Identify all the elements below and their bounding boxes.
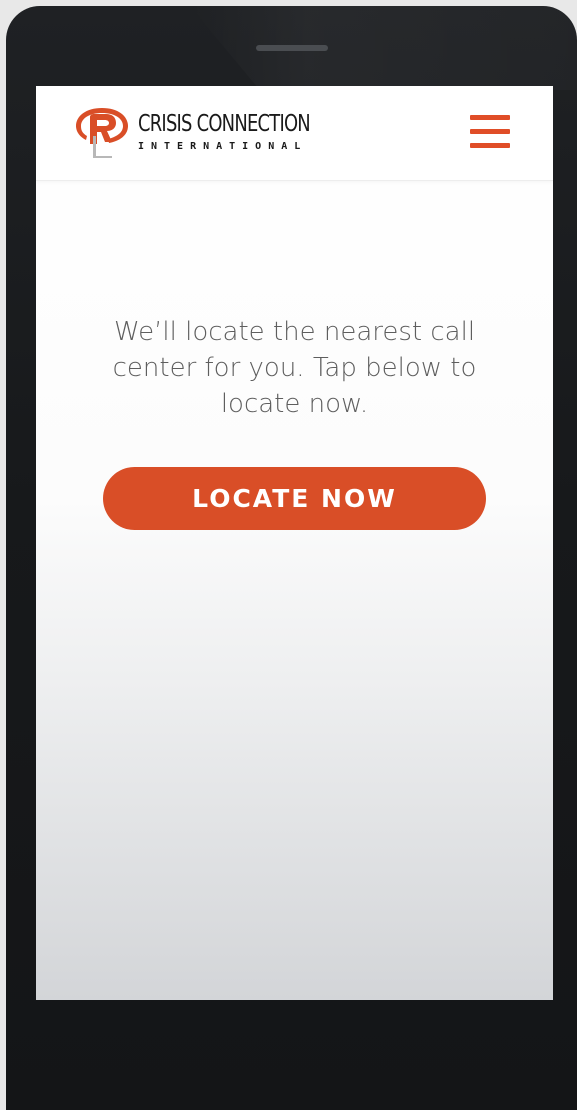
app-screen: CRISIS CONNECTION INTERNATIONAL We’ll lo…	[36, 86, 553, 1000]
locate-message: We’ll locate the nearest call center for…	[112, 317, 477, 419]
brand-name: CRISIS CONNECTION	[138, 111, 311, 137]
brand-logo[interactable]: CRISIS CONNECTION INTERNATIONAL	[72, 106, 312, 162]
brand-subtitle: INTERNATIONAL	[138, 141, 308, 152]
phone-speaker	[256, 45, 328, 51]
menu-bar-middle	[470, 129, 510, 134]
crisis-connection-logo-icon	[76, 108, 128, 158]
app-header: CRISIS CONNECTION INTERNATIONAL	[36, 86, 553, 181]
phone-frame: CRISIS CONNECTION INTERNATIONAL We’ll lo…	[0, 0, 577, 1110]
menu-bar-bottom	[470, 143, 510, 148]
menu-bar-top	[470, 115, 510, 120]
locate-now-button[interactable]: LOCATE NOW	[103, 467, 486, 530]
menu-button[interactable]	[466, 112, 512, 152]
